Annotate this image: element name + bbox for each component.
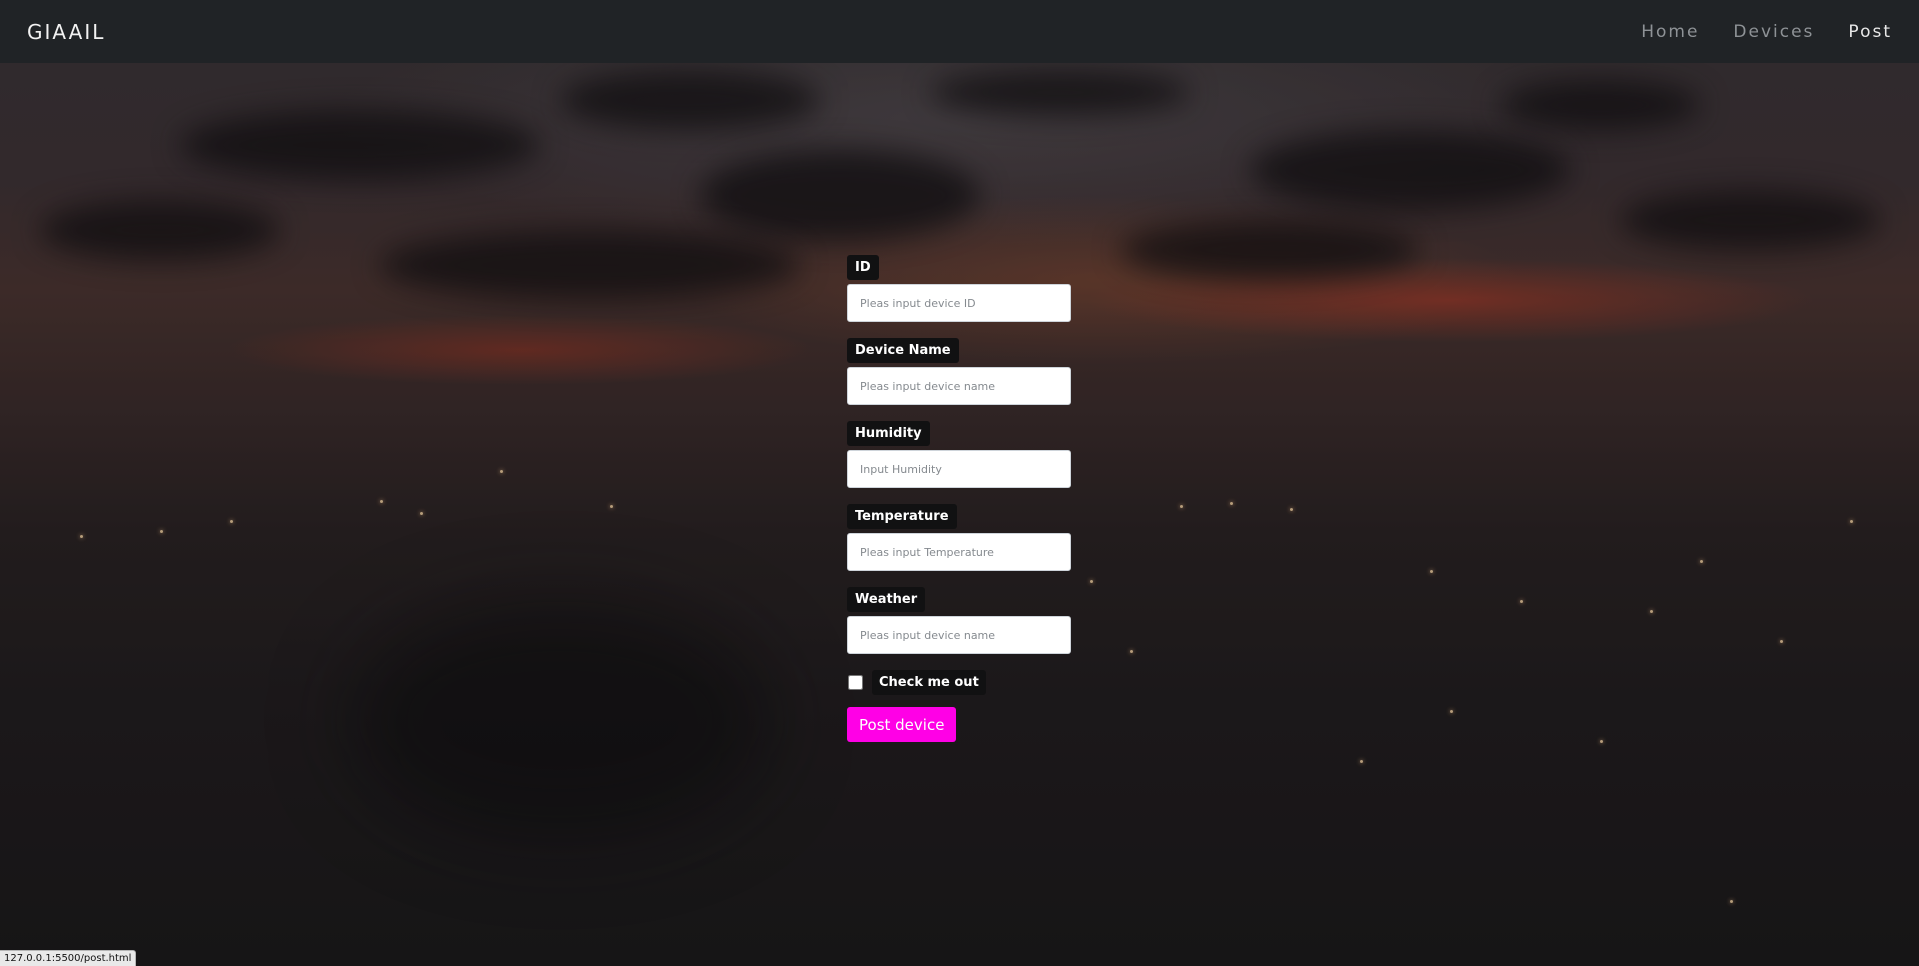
humidity-input[interactable]: [847, 450, 1071, 488]
id-input[interactable]: [847, 284, 1071, 322]
humidity-label: Humidity: [847, 421, 930, 446]
temperature-label: Temperature: [847, 504, 957, 529]
weather-input[interactable]: [847, 616, 1071, 654]
status-bar-url: 127.0.0.1:5500/post.html: [0, 950, 137, 966]
field-weather: Weather: [847, 587, 1071, 654]
field-id: ID: [847, 255, 1071, 322]
id-label: ID: [847, 255, 879, 280]
nav-link-home[interactable]: Home: [1641, 22, 1699, 42]
nav-link-devices[interactable]: Devices: [1733, 22, 1814, 42]
device-name-label: Device Name: [847, 338, 959, 363]
page: GIAAIL Home Devices Post ID Device Name …: [0, 0, 1919, 966]
nav-link-post[interactable]: Post: [1848, 22, 1892, 42]
nav-links: Home Devices Post: [1607, 22, 1892, 42]
field-temperature: Temperature: [847, 504, 1071, 571]
check-me-out-checkbox[interactable]: [848, 675, 863, 690]
temperature-input[interactable]: [847, 533, 1071, 571]
post-device-button[interactable]: Post device: [847, 707, 957, 742]
check-row: Check me out: [847, 670, 1071, 695]
post-device-form: ID Device Name Humidity Temperature Weat…: [847, 255, 1071, 742]
weather-label: Weather: [847, 587, 926, 612]
field-humidity: Humidity: [847, 421, 1071, 488]
check-me-out-label[interactable]: Check me out: [872, 670, 986, 695]
navbar: GIAAIL Home Devices Post: [0, 0, 1919, 63]
brand-logo[interactable]: GIAAIL: [27, 20, 105, 44]
field-device-name: Device Name: [847, 338, 1071, 405]
device-name-input[interactable]: [847, 367, 1071, 405]
